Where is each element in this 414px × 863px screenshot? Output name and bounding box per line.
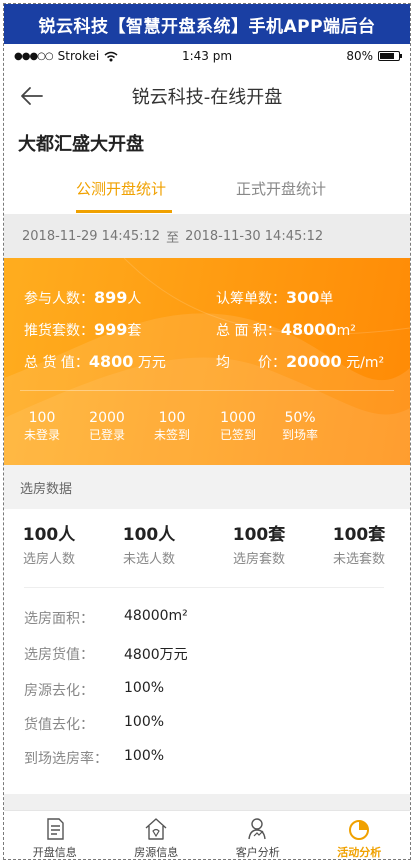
tab-beta-stats[interactable]: 公测开盘统计 [76, 178, 166, 199]
summary-divider [20, 390, 394, 391]
summary-panel: 参与人数：899人 认筹单数：300单 推货套数：999套 总 面 积：4800… [4, 258, 410, 465]
stat-total-value: 总 货 值：4800 万元 [24, 352, 166, 371]
date-start: 2018-11-29 14:45:12 [22, 228, 161, 244]
section-title: 选房数据 [4, 465, 410, 509]
tab-opening-info[interactable]: 开盘信息 [4, 811, 106, 859]
mini-logged-in: 2000 已登录 [88, 410, 125, 442]
page-title: 锐云科技-在线开盘 [131, 87, 283, 108]
detail-row: 房源去化： 100% [24, 680, 165, 699]
nav-bar: 锐云科技-在线开盘 [4, 68, 410, 124]
wifi-icon [104, 51, 118, 61]
tab-activity-analysis[interactable]: 活动分析 [309, 811, 411, 859]
stats-tabs: 公测开盘统计 正式开盘统计 [4, 170, 410, 214]
date-range: 2018-11-29 14:45:12 至 2018-11-30 14:45:1… [4, 214, 410, 258]
document-icon [47, 818, 64, 840]
count-unselected-units: 100套 未选套数 [332, 525, 386, 567]
carrier-name: Strokei [57, 49, 100, 63]
status-time: 1:43 pm [181, 49, 233, 63]
tab-customer-analysis[interactable]: 客户分析 [207, 811, 309, 859]
mini-attendance-rate: 50% 到场率 [281, 410, 318, 442]
bottom-tab-bar: 开盘信息 房源信息 客户分析 活动分析 [4, 810, 411, 859]
detail-row: 选房货值： 4800万元 [24, 647, 188, 663]
stat-participants: 参与人数：899人 [24, 288, 142, 307]
active-tab-indicator [76, 210, 172, 213]
pie-chart-icon [349, 820, 370, 840]
footer-spacer [4, 794, 410, 810]
detail-row: 到场选房率： 100% [24, 748, 165, 767]
status-bar: ●●●○○ Strokei 1:43 pm 80% [4, 44, 410, 68]
project-title: 大都汇盛大开盘 [18, 134, 144, 155]
stat-area: 总 面 积：48000m² [216, 320, 356, 339]
back-arrow-icon[interactable] [20, 85, 44, 107]
date-separator: 至 [166, 230, 180, 246]
tab-official-stats[interactable]: 正式开盘统计 [236, 178, 326, 199]
mini-checked-in: 1000 已签到 [219, 410, 256, 442]
counts-divider [24, 587, 384, 588]
battery-icon [378, 51, 402, 61]
count-selected-people: 100人 选房人数 [22, 525, 76, 567]
count-unselected-people: 100人 未选人数 [122, 525, 176, 567]
date-end: 2018-11-30 14:45:12 [185, 228, 324, 244]
mini-not-logged-in: 100 未登录 [23, 410, 60, 442]
stat-avg-price: 均 价：20000 元/m² [216, 352, 385, 371]
phone-frame: 锐云科技【智慧开盘系统】手机APP端后台 ●●●○○ Strokei 1:43 … [3, 3, 411, 860]
signal-icon: ●●●○○ [14, 50, 54, 62]
stat-units: 推货套数：999套 [24, 320, 142, 339]
house-icon [145, 818, 167, 840]
banner-title: 锐云科技【智慧开盘系统】手机APP端后台 [4, 4, 410, 44]
selection-counts: 100人 选房人数 100人 未选人数 100套 选房套数 100套 未选套数 [4, 520, 410, 580]
tab-house-info[interactable]: 房源信息 [106, 811, 208, 859]
mini-not-checked-in: 100 未签到 [153, 410, 190, 442]
stat-subscriptions: 认筹单数：300单 [216, 288, 334, 307]
detail-row: 货值去化： 100% [24, 714, 165, 733]
detail-row: 选房面积： 48000m² [24, 608, 188, 627]
battery-percent: 80% [346, 49, 373, 63]
person-chart-icon [248, 818, 266, 840]
count-selected-units: 100套 选房套数 [232, 525, 286, 567]
